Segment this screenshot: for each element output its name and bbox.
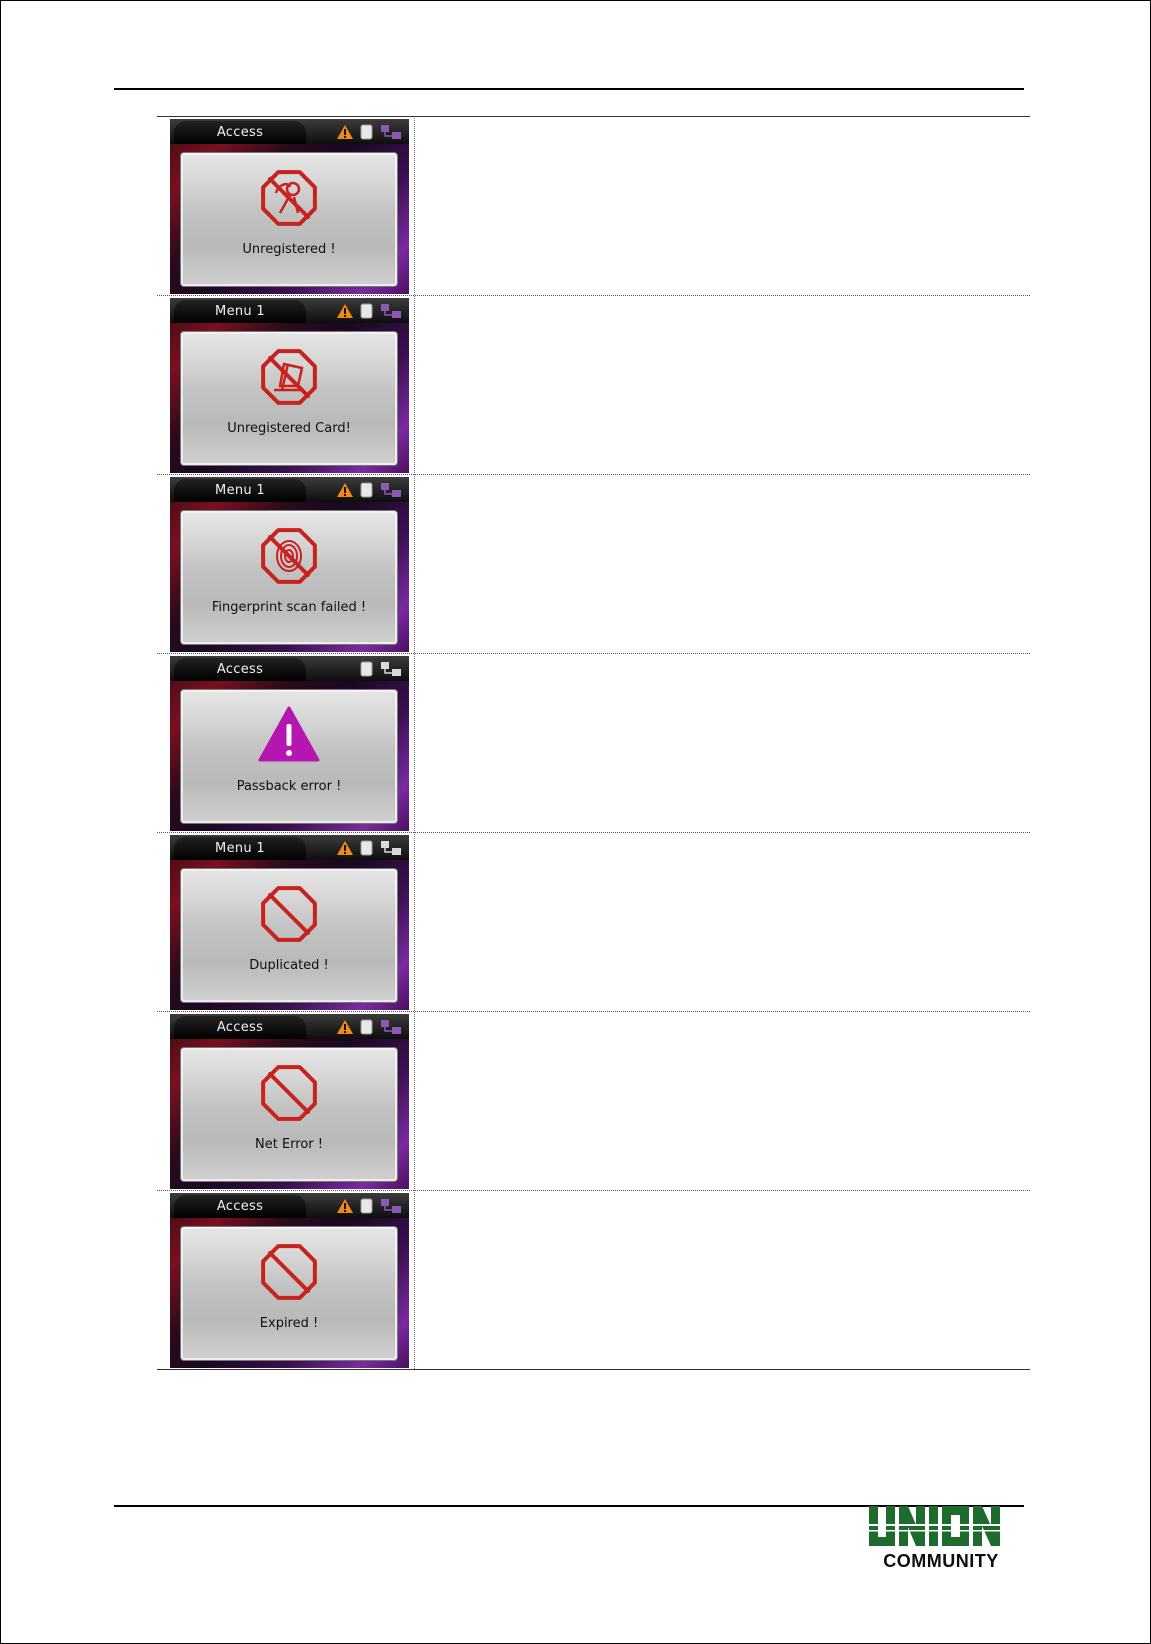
warning-icon (337, 1199, 353, 1213)
network-icon (381, 483, 401, 497)
device-screen: Menu 1 Fingerprint scan failed ! (170, 477, 409, 652)
title-tab: Access (174, 121, 306, 144)
status-message: Duplicated ! (249, 958, 329, 973)
prohibited-icon (261, 1244, 317, 1300)
screen-title: Access (216, 1020, 264, 1035)
message-panel: Unregistered Card! (181, 332, 397, 465)
message-panel: Net Error ! (181, 1048, 397, 1181)
fingerprint-failed-icon (261, 528, 317, 584)
title-tab: Menu 1 (174, 837, 306, 860)
screen-title: Access (216, 1199, 264, 1214)
status-message: Expired ! (259, 1316, 319, 1331)
device-screen: Menu 1 Unregistered Card! (170, 298, 409, 473)
row-rule (157, 653, 1030, 654)
table-row: Access Expired ! (157, 1190, 1030, 1369)
title-tab: Menu 1 (174, 300, 306, 323)
device-screen: Access Net Error ! (170, 1014, 409, 1189)
unregistered-user-icon (261, 170, 317, 226)
warning-icon (337, 841, 353, 855)
card-icon (360, 1019, 373, 1035)
warning-icon (337, 304, 353, 318)
title-tab: Access (174, 1016, 306, 1039)
network-icon (381, 1199, 401, 1213)
screen-title: Menu 1 (215, 483, 265, 498)
table-row: Access Unregistered ! (157, 116, 1030, 295)
table-row: Access Passback error ! (157, 653, 1030, 832)
row-rule (157, 295, 1030, 296)
screen-title: Access (216, 662, 264, 677)
message-panel: Fingerprint scan failed ! (181, 511, 397, 644)
card-icon (360, 482, 373, 498)
title-tab: Menu 1 (174, 479, 306, 502)
status-message: Net Error ! (255, 1137, 323, 1152)
table-row: Menu 1 Unregistered Card! (157, 295, 1030, 474)
warning-icon (337, 483, 353, 497)
prohibited-icon (261, 1065, 317, 1121)
network-icon (381, 662, 401, 676)
network-icon (381, 1020, 401, 1034)
network-icon (381, 125, 401, 139)
message-panel: Expired ! (181, 1227, 397, 1360)
device-screen: Access Passback error ! (170, 656, 409, 831)
title-bar: Access (170, 1014, 409, 1039)
device-screen: Menu 1 Duplicated ! (170, 835, 409, 1010)
screen-title: Access (216, 125, 264, 140)
title-bar: Menu 1 (170, 477, 409, 502)
status-message: Passback error ! (236, 779, 342, 794)
unregistered-card-icon (261, 349, 317, 405)
title-bar: Menu 1 (170, 298, 409, 323)
card-icon (360, 661, 373, 677)
title-bar: Access (170, 1193, 409, 1218)
status-message: Fingerprint scan failed ! (211, 600, 367, 615)
prohibited-icon (261, 886, 317, 942)
card-icon (360, 1198, 373, 1214)
network-icon (381, 841, 401, 855)
title-tab: Access (174, 658, 306, 681)
passback-warning-icon (258, 706, 320, 762)
network-icon (381, 304, 401, 318)
message-panel: Unregistered ! (181, 153, 397, 286)
table-row: Menu 1 Duplicated ! (157, 832, 1030, 1011)
header-rule (114, 88, 1024, 90)
title-bar: Access (170, 119, 409, 144)
message-panel: Duplicated ! (181, 869, 397, 1002)
community-word: COMMUNITY (883, 1551, 999, 1571)
row-rule (157, 116, 1030, 117)
row-rule (157, 1190, 1030, 1191)
message-panel: Passback error ! (181, 690, 397, 823)
warning-icon (337, 1020, 353, 1034)
title-tab: Access (174, 1195, 306, 1218)
table-row: Menu 1 Fingerprint scan failed ! (157, 474, 1030, 653)
title-bar: Menu 1 (170, 835, 409, 860)
row-rule (157, 832, 1030, 833)
warning-icon (337, 125, 353, 139)
row-rule (157, 474, 1030, 475)
screen-title: Menu 1 (215, 841, 265, 856)
card-icon (360, 840, 373, 856)
row-rule (157, 1011, 1030, 1012)
status-message: Unregistered ! (242, 242, 336, 257)
status-message: Unregistered Card! (227, 421, 351, 436)
device-screen: Access Unregistered ! (170, 119, 409, 294)
table-row: Access Net Error ! (157, 1011, 1030, 1190)
title-bar: Access (170, 656, 409, 681)
screen-title: Menu 1 (215, 304, 265, 319)
device-screen: Access Expired ! (170, 1193, 409, 1368)
table-bottom-rule (157, 1369, 1030, 1370)
card-icon (360, 303, 373, 319)
card-icon (360, 124, 373, 140)
screen-table: Access Unregistered ! Menu 1 Unregistere… (157, 116, 1030, 1370)
